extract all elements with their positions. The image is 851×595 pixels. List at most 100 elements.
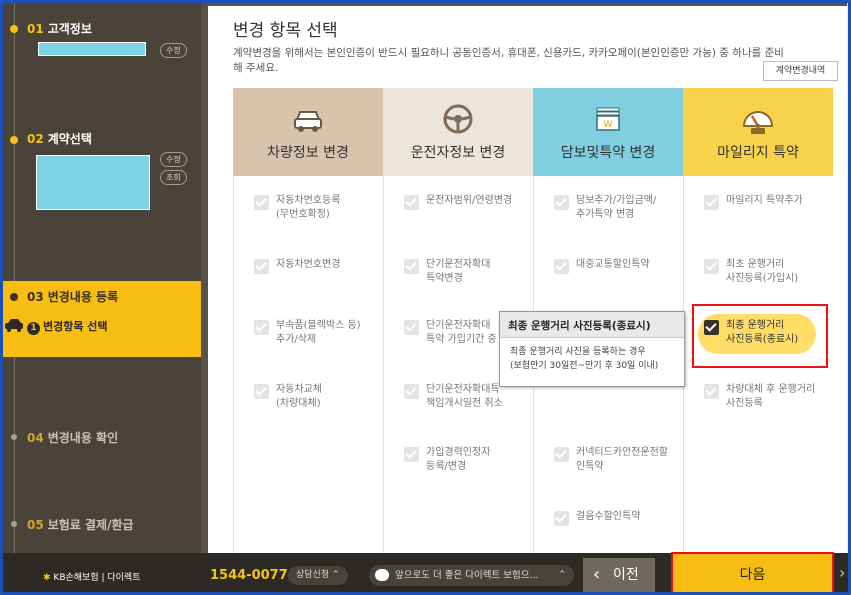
- option-label: 자동차교체 (차량대체): [276, 384, 322, 409]
- column-header: 운전자정보 변경: [383, 88, 533, 176]
- edit-contract-button[interactable]: 수정: [160, 152, 187, 167]
- footer: ✱ KB손해보험 | 다이렉트 1544-0077 상담신청 ⌃ 앞으로도 더 …: [3, 552, 848, 592]
- step-rail: [14, 3, 15, 553]
- chevron-right-icon[interactable]: ›: [839, 563, 845, 582]
- prev-button[interactable]: ‹ 이전: [583, 558, 655, 592]
- column-mileage: 마일리지 특약 마일리지 특약추가 최초 운행거리 사진등록(가입시) 최종 운…: [683, 88, 833, 553]
- step-title: 고객정보: [47, 22, 92, 36]
- brand-logo: ✱ KB손해보험 | 다이렉트: [43, 570, 141, 583]
- chat-bubble-icon: [375, 569, 389, 581]
- sidebar: 01 고객정보 수정 02 계약선택 수정 조회 03 변경내용 등록 1 변경항목 선…: [3, 3, 201, 553]
- lookup-contract-button[interactable]: 조회: [160, 170, 187, 185]
- star-icon: ✱: [43, 573, 51, 583]
- option-vehicle-number-register[interactable]: 자동차번호등록 (무번호확정): [254, 194, 379, 224]
- column-items: 마일리지 특약추가 최초 운행거리 사진등록(가입시) 최종 운행거리 사진등록…: [683, 176, 833, 553]
- option-label: 자동차번호변경: [276, 259, 341, 270]
- checkbox[interactable]: [254, 384, 269, 399]
- contract-info-field: [36, 155, 150, 210]
- column-items: 자동차번호등록 (무번호확정) 자동차번호변경 부속품(블랙박스 등) 추가/삭…: [233, 176, 383, 553]
- option-vehicle-number-change[interactable]: 자동차번호변경: [254, 258, 379, 274]
- next-button[interactable]: 다음: [671, 552, 834, 592]
- step-title: 계약선택: [47, 132, 92, 146]
- checkbox[interactable]: [404, 384, 419, 399]
- checkbox[interactable]: [704, 195, 719, 210]
- step-customer-info[interactable]: 01 고객정보 수정: [3, 15, 201, 60]
- option-experienced-driver[interactable]: 가입경력인정자 등록/변경: [404, 446, 529, 476]
- option-initial-mileage-photo[interactable]: 최초 운행거리 사진등록(가입시): [704, 258, 829, 288]
- checkbox[interactable]: [404, 259, 419, 274]
- svg-text:W: W: [604, 120, 613, 130]
- option-label: 최초 운행거리 사진등록(가입시): [726, 259, 799, 284]
- column-label: 운전자정보 변경: [410, 145, 506, 161]
- option-driver-range[interactable]: 운전자범위/연령변경: [404, 194, 529, 210]
- contract-history-button[interactable]: 계약변경내역: [763, 61, 838, 81]
- step-dot: [10, 25, 18, 33]
- main-area: 변경 항목 선택 계약변경을 위해서는 본인인증이 반드시 필요하니 공동인증서…: [201, 3, 848, 553]
- option-label: 단기운전자확대 특약 가입기간 중: [426, 320, 497, 345]
- speedometer-icon: [742, 111, 774, 134]
- checkbox[interactable]: [254, 320, 269, 335]
- coin-stack-icon: W: [596, 107, 620, 131]
- step-dot: [11, 434, 17, 440]
- step-change-confirm: 04 변경내용 확인: [3, 428, 201, 448]
- option-short-term-driver[interactable]: 단기운전자확대 특약변경: [404, 258, 529, 288]
- step-contract-select[interactable]: 02 계약선택 수정 조회: [3, 125, 201, 220]
- sub-step-label: 변경항목 선택: [43, 320, 108, 333]
- option-connected-car[interactable]: 커넥티드카안전운전할 인특약: [554, 446, 679, 476]
- checkbox[interactable]: [554, 447, 569, 462]
- tooltip: 최종 운행거리 사진등록(종료시) 최종 운행거리 사진을 등록하는 경우 (보…: [499, 311, 685, 387]
- chevron-up-icon: ⌃: [558, 570, 566, 580]
- step-number: 01: [27, 22, 44, 36]
- edit-customer-button[interactable]: 수정: [160, 43, 187, 58]
- step-dot: [10, 136, 18, 144]
- scrollbar[interactable]: [847, 3, 848, 553]
- column-header: W 담보및특약 변경: [533, 88, 683, 176]
- consult-button[interactable]: 상담신청 ⌃: [288, 566, 348, 585]
- chevron-up-icon: ⌃: [332, 570, 340, 580]
- option-vehicle-replace[interactable]: 자동차교체 (차량대체): [254, 383, 379, 413]
- checkbox[interactable]: [554, 259, 569, 274]
- chat-text: 앞으로도 더 좋은 다이렉트 보험으...: [395, 570, 539, 581]
- car-icon: [5, 319, 23, 332]
- checkbox[interactable]: [254, 195, 269, 210]
- annotation-red-box: [692, 304, 828, 368]
- column-header: 차량정보 변경: [233, 88, 383, 176]
- option-label: 운전자범위/연령변경: [426, 195, 513, 206]
- step-title: 변경내용 등록: [47, 290, 119, 304]
- checkbox[interactable]: [704, 384, 719, 399]
- tooltip-body: 최종 운행거리 사진을 등록하는 경우 (보험만기 30일전~만기 후 30일 …: [510, 347, 659, 371]
- option-label: 담보추가/가입금액/ 추가특약 변경: [576, 195, 657, 220]
- chat-ticker[interactable]: 앞으로도 더 좋은 다이렉트 보험으... ⌃: [369, 565, 574, 586]
- option-short-term-cancel[interactable]: 단기운전자확대특 책임개시일전 취소: [404, 383, 529, 413]
- option-replacement-mileage-photo[interactable]: 차량대체 후 운행거리 사진등록: [704, 383, 829, 413]
- option-label: 자동차번호등록 (무번호확정): [276, 195, 341, 220]
- option-public-transit[interactable]: 대중교통할인특약: [554, 258, 679, 274]
- step-number: 03: [27, 290, 44, 304]
- column-label: 담보및특약 변경: [560, 145, 656, 161]
- steering-wheel-icon: [443, 104, 473, 134]
- consult-label: 상담신청: [296, 570, 330, 580]
- checkbox[interactable]: [554, 195, 569, 210]
- option-mileage-add[interactable]: 마일리지 특약추가: [704, 194, 829, 210]
- option-label: 마일리지 특약추가: [726, 195, 803, 206]
- step-change-register[interactable]: 03 변경내용 등록 1 변경항목 선택: [3, 281, 201, 357]
- step-dot: [11, 521, 17, 527]
- sub-step-select-items[interactable]: 1 변경항목 선택: [27, 318, 108, 335]
- checkbox[interactable]: [404, 195, 419, 210]
- checkbox[interactable]: [404, 447, 419, 462]
- checkbox[interactable]: [254, 259, 269, 274]
- sub-step-number: 1: [27, 322, 40, 335]
- page-description: 계약변경을 위해서는 본인인증이 반드시 필요하니 공동인증서, 휴대폰, 신용…: [233, 47, 784, 74]
- option-accessory-change[interactable]: 부속품(블랙박스 등) 추가/삭제: [254, 319, 379, 349]
- option-label: 단기운전자확대 특약변경: [426, 259, 491, 284]
- step-payment: 05 보험료 결제/환급: [3, 515, 201, 535]
- option-step-count[interactable]: 걸음수할인특약: [554, 510, 679, 526]
- app-frame: 01 고객정보 수정 02 계약선택 수정 조회 03 변경내용 등록 1 변경항목 선…: [0, 0, 851, 595]
- chevron-left-icon: ‹: [593, 564, 601, 585]
- checkbox[interactable]: [404, 320, 419, 335]
- option-coverage-add[interactable]: 담보추가/가입금액/ 추가특약 변경: [554, 194, 679, 224]
- car-icon: [294, 111, 322, 132]
- checkbox[interactable]: [704, 259, 719, 274]
- content-panel: 변경 항목 선택 계약변경을 위해서는 본인인증이 반드시 필요하니 공동인증서…: [208, 6, 847, 553]
- checkbox[interactable]: [554, 511, 569, 526]
